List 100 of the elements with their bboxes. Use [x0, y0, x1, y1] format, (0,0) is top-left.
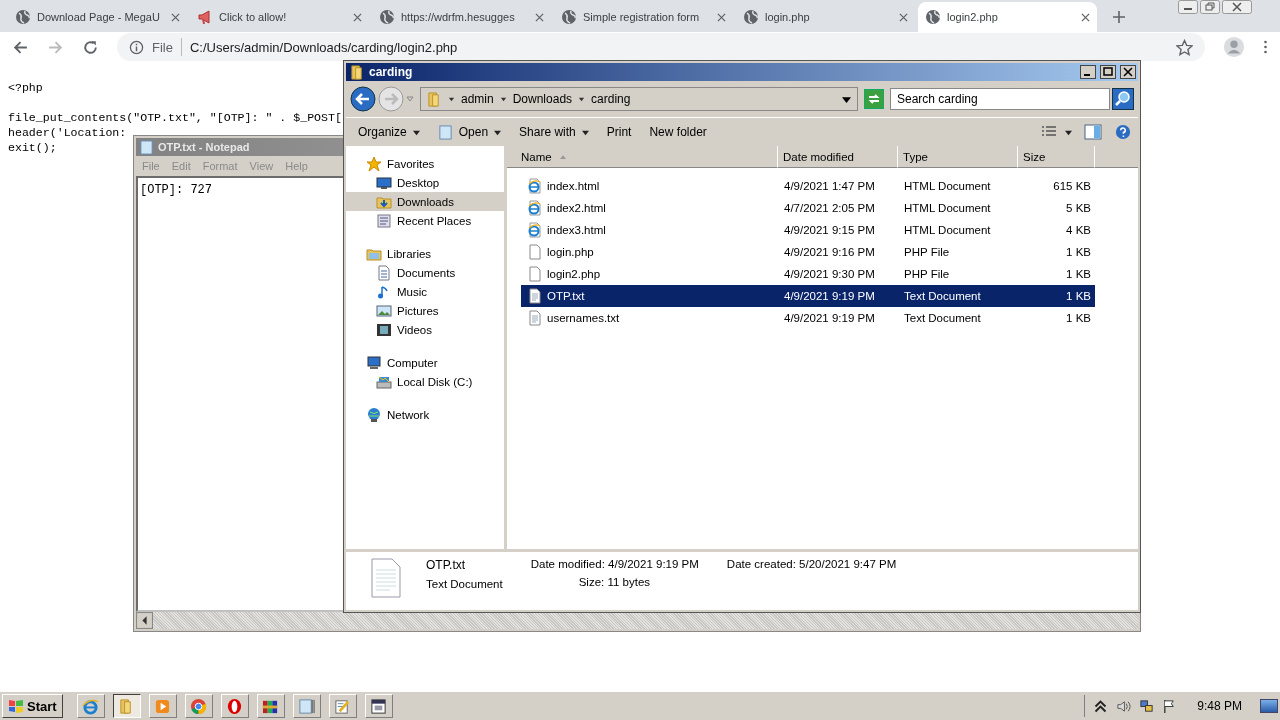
globe-icon	[743, 9, 759, 25]
column-header[interactable]: Date modified	[778, 146, 898, 168]
tab-title: Click to allow!	[219, 11, 288, 23]
text-area[interactable]: [OTP]: 727	[138, 178, 340, 610]
file-row[interactable]: OTP.txt 4/9/2021 9:19 PM Text Document 1 KB	[521, 285, 1095, 307]
toolbar-button[interactable]: New folder	[643, 123, 713, 141]
nav-item[interactable]: Videos	[346, 320, 504, 339]
code-line: exit();	[8, 140, 57, 155]
browser-tab[interactable]: login2.php	[918, 2, 1097, 32]
maximize-icon[interactable]	[1100, 65, 1116, 79]
column-header[interactable]: Size	[1018, 146, 1095, 168]
menu-icon[interactable]	[1263, 39, 1268, 55]
play-icon	[154, 697, 172, 715]
pencil-note-icon	[334, 697, 352, 715]
file-row[interactable]: index3.html 4/9/2021 9:15 PM HTML Document 4 KB	[521, 219, 1095, 241]
minimize-icon[interactable]	[1178, 0, 1198, 14]
speaker-icon[interactable]	[1116, 698, 1132, 714]
nav-item[interactable]: Local Disk (C:)	[346, 372, 504, 391]
nav-item[interactable]: Network	[346, 405, 504, 424]
browser-tab[interactable]: Simple registration form	[554, 2, 733, 32]
help-icon[interactable]	[1114, 124, 1132, 140]
file-size: 4 KB	[1066, 224, 1091, 236]
horizontal-scrollbar[interactable]	[136, 612, 1138, 629]
search-field[interactable]: Search carding	[890, 88, 1110, 110]
web-page-icon	[527, 222, 543, 238]
nav-item[interactable]: Music	[346, 282, 504, 301]
refresh-icon[interactable]	[864, 89, 884, 109]
notepad-icon	[298, 697, 316, 715]
document-icon	[527, 288, 543, 304]
globe-icon	[366, 406, 382, 423]
tab-title: Simple registration form	[583, 11, 701, 23]
globe-icon	[925, 9, 941, 25]
breadcrumb-item[interactable]: Downloads	[512, 92, 573, 106]
search-icon[interactable]	[1112, 88, 1134, 110]
caret-icon[interactable]	[448, 95, 455, 103]
file-row[interactable]: login2.php 4/9/2021 9:30 PM PHP File 1 KB	[521, 263, 1095, 285]
reload-icon[interactable]	[82, 38, 99, 56]
address-field[interactable]: admin Downloads carding	[420, 87, 858, 111]
back-button-icon[interactable]	[350, 86, 376, 112]
tab-title: https://wdrfm.hesugges	[401, 11, 516, 23]
network-icon[interactable]	[1139, 698, 1155, 714]
close-icon[interactable]	[1081, 12, 1090, 22]
avatar-icon[interactable]	[1223, 36, 1245, 58]
minimize-icon[interactable]	[1080, 65, 1096, 79]
nav-item[interactable]: Desktop	[346, 173, 504, 192]
browser-tab[interactable]: https://wdrfm.hesugges	[372, 2, 551, 32]
dropdown-arrow-icon[interactable]	[842, 94, 851, 104]
start-button[interactable]: Start	[2, 694, 63, 718]
column-header[interactable]: Type	[898, 146, 1018, 168]
breadcrumb-item[interactable]: admin	[461, 92, 494, 106]
nav-item[interactable]: Libraries	[346, 244, 504, 263]
show-desktop-button[interactable]	[1260, 699, 1278, 713]
address-bar[interactable]: File C:/Users/admin/Downloads/carding/login2.php	[117, 33, 1205, 61]
nav-item[interactable]: Computer	[346, 353, 504, 372]
close-icon[interactable]	[1120, 65, 1136, 79]
file-type: Text Document	[904, 290, 981, 302]
column-header[interactable]: Name	[507, 146, 778, 168]
restore-icon[interactable]	[1200, 0, 1220, 14]
file-size: 1 KB	[1066, 312, 1091, 324]
breadcrumb-item[interactable]: carding	[591, 92, 631, 106]
caret-icon[interactable]	[578, 95, 586, 103]
file-row[interactable]: login.php 4/9/2021 9:16 PM PHP File 1 KB	[521, 241, 1095, 263]
taskbar-button[interactable]	[112, 694, 141, 718]
file-name: index3.html	[547, 224, 606, 236]
close-icon[interactable]	[1222, 0, 1252, 14]
browser-tab[interactable]: Click to allow!	[190, 2, 369, 32]
caret-icon[interactable]	[499, 95, 507, 103]
nav-item[interactable]: Downloads	[346, 192, 504, 211]
chevron-up-icon[interactable]	[1093, 698, 1109, 714]
file-name: login2.php	[547, 268, 601, 280]
browser-tab[interactable]: login.php	[736, 2, 915, 32]
nav-item[interactable]: Recent Places	[346, 211, 504, 230]
file-size: 1 KB	[1066, 268, 1091, 280]
star-icon[interactable]	[1176, 38, 1193, 56]
file-row[interactable]: index.html 4/9/2021 1:47 PM HTML Document 615 KB	[521, 175, 1095, 197]
scroll-left-icon[interactable]	[136, 612, 153, 629]
browser-tab[interactable]: Download Page - MegaU	[8, 2, 187, 32]
file-row[interactable]: usernames.txt 4/9/2021 9:19 PM Text Document 1 KB	[521, 307, 1095, 329]
info-icon	[129, 39, 144, 55]
folder-icon	[427, 91, 442, 107]
nav-item[interactable]: Pictures	[346, 301, 504, 320]
scheme-label: File	[152, 39, 173, 55]
date-modified: 4/9/2021 1:47 PM	[784, 180, 875, 192]
globe-icon	[561, 9, 577, 25]
toolbar-button[interactable]: Organize	[352, 123, 426, 141]
toolbar-button[interactable]: Open	[431, 122, 508, 142]
date-modified: 4/9/2021 9:16 PM	[784, 246, 875, 258]
new-tab-icon[interactable]	[1112, 10, 1126, 24]
caret-icon[interactable]	[1065, 128, 1072, 136]
preview-pane-icon[interactable]	[1084, 124, 1102, 140]
nav-item[interactable]: Documents	[346, 263, 504, 282]
nav-item[interactable]: Favorites	[346, 154, 504, 173]
clock[interactable]: 9:48 PM	[1197, 699, 1242, 713]
file-row[interactable]: index2.html 4/7/2021 2:05 PM HTML Document 5 KB	[521, 197, 1095, 219]
file-name: index.html	[547, 180, 600, 192]
tab-title: login2.php	[947, 11, 999, 23]
tab-title: login.php	[765, 11, 811, 23]
folder-icon	[350, 64, 365, 80]
toolbar-button[interactable]: Share with	[513, 123, 595, 141]
toolbar-button[interactable]: Print	[600, 123, 638, 141]
